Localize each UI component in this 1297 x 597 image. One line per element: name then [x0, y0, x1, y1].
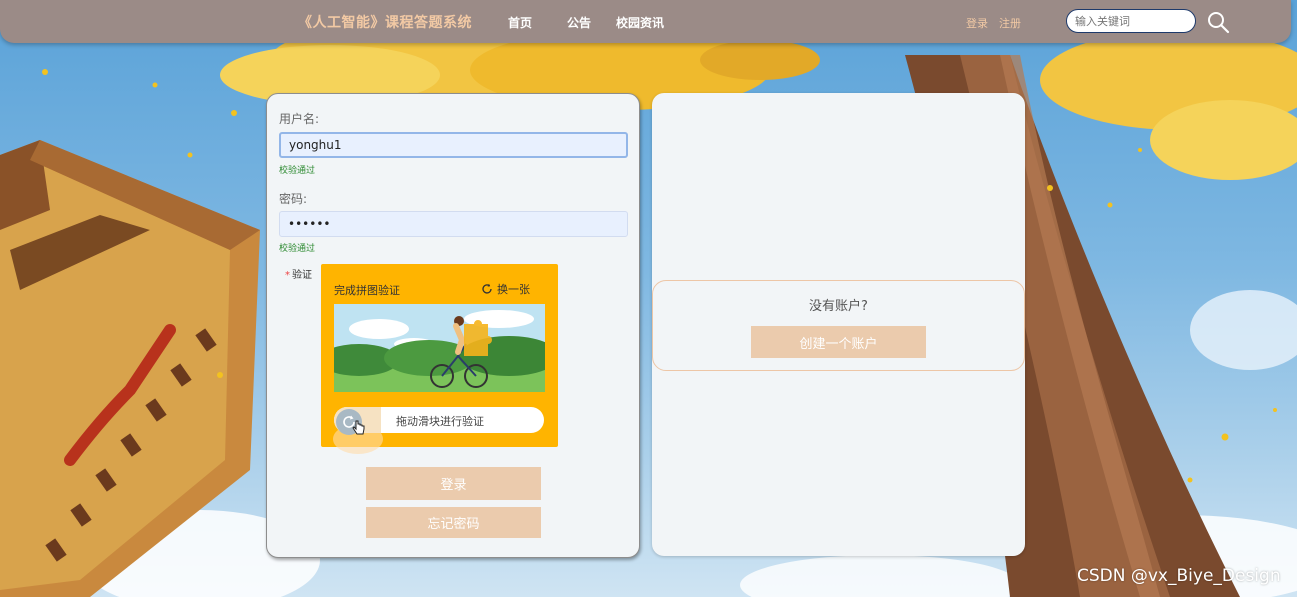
nav-link-announcements[interactable]: 公告 — [567, 14, 591, 31]
slider-instruction: 拖动滑块进行验证 — [396, 415, 484, 428]
captcha-label-text: 验证 — [292, 270, 312, 281]
puzzle-image — [334, 304, 545, 392]
register-panel: 没有账户? 创建一个账户 — [652, 93, 1025, 556]
slider-track[interactable]: 拖动滑块进行验证 — [334, 407, 544, 435]
site-title[interactable]: 《人工智能》课程答题系统 — [298, 12, 472, 32]
top-navbar: 《人工智能》课程答题系统 首页 公告 校园资讯 登录 注册 — [0, 0, 1291, 43]
username-valid-message: 校验通过 — [279, 166, 316, 176]
search-icon[interactable] — [1206, 10, 1230, 34]
register-card: 没有账户? 创建一个账户 — [652, 280, 1025, 371]
register-link[interactable]: 注册 — [999, 15, 1021, 31]
password-valid-message: 校验通过 — [279, 244, 316, 254]
nav-link-home[interactable]: 首页 — [508, 14, 532, 31]
captcha-refresh-label: 换一张 — [497, 283, 530, 296]
no-account-prompt: 没有账户? — [809, 299, 868, 314]
password-input[interactable] — [279, 211, 628, 237]
refresh-icon — [482, 283, 492, 294]
background-scene — [0, 0, 1297, 597]
puzzle-illustration — [334, 304, 545, 392]
search-input[interactable] — [1066, 9, 1196, 33]
required-asterisk: * — [285, 270, 290, 281]
captcha-box: 完成拼图验证 换一张 拖动滑块进行验证 — [321, 264, 558, 454]
captcha-title: 完成拼图验证 — [334, 284, 400, 297]
csdn-watermark: CSDN @vx_Biye_Design — [1077, 566, 1281, 586]
login-link[interactable]: 登录 — [966, 15, 988, 31]
login-panel: 用户名: 校验通过 密码: 校验通过 *验证 完成拼图验证 换一张 — [266, 93, 640, 558]
nav-link-campus-news[interactable]: 校园资讯 — [616, 14, 664, 31]
captcha-label: * 验证 — [285, 266, 312, 281]
password-label: 密码: — [279, 192, 308, 206]
background-illustration — [0, 15, 1297, 597]
create-account-button[interactable]: 创建一个账户 — [751, 326, 926, 358]
login-button[interactable]: 登录 — [366, 467, 541, 500]
cursor-hand-icon — [352, 420, 365, 435]
username-input[interactable] — [279, 132, 628, 158]
username-label: 用户名: — [279, 112, 320, 126]
forgot-password-button[interactable]: 忘记密码 — [366, 507, 541, 538]
captcha-refresh-button[interactable]: 换一张 — [481, 281, 530, 297]
